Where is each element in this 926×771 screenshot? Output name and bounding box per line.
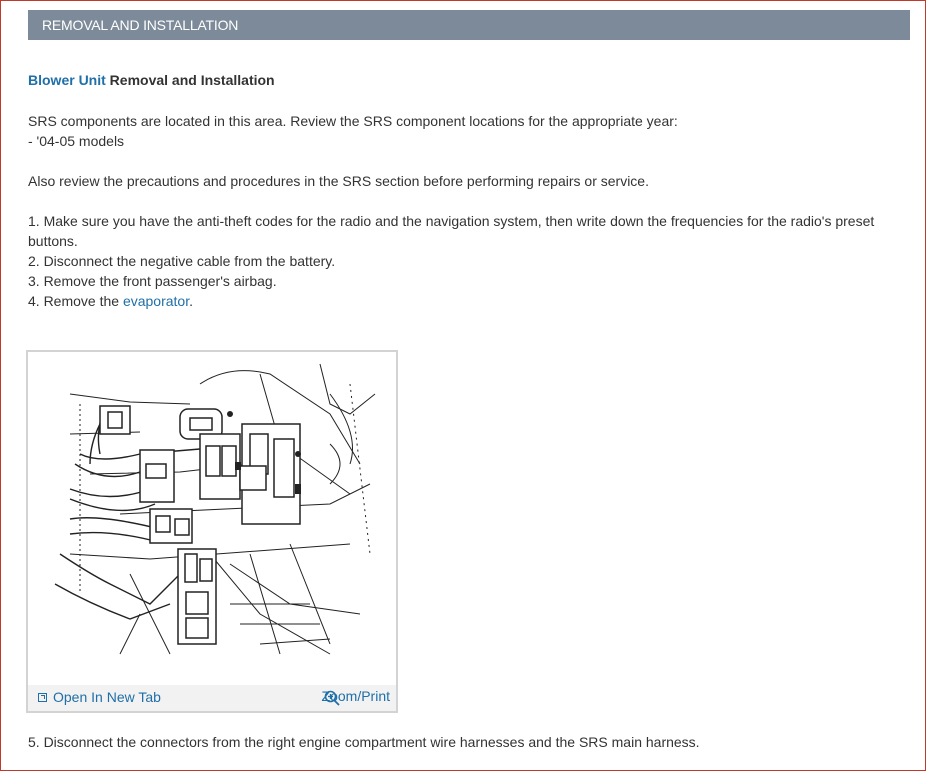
model-year-item: - '04-05 models <box>28 133 125 149</box>
section-header-title: REMOVAL AND INSTALLATION <box>42 17 239 33</box>
step-3: 3. Remove the front passenger's airbag. <box>28 273 277 289</box>
srs-notice: SRS components are located in this area.… <box>28 113 678 129</box>
zoom-print-button[interactable]: Zoom/Print <box>322 688 390 706</box>
step-4-prefix: 4. Remove the <box>28 293 123 309</box>
step-1: 1. Make sure you have the anti-theft cod… <box>28 213 875 249</box>
zoom-magnifier-icon <box>324 690 340 706</box>
connector-illustration <box>54 363 376 655</box>
open-in-new-tab-label: Open In New Tab <box>53 689 161 705</box>
procedure-title-text: Removal and Installation <box>105 72 275 88</box>
step-4-suffix: . <box>189 293 193 309</box>
figure-toolbar: Open In New Tab Zoom/Print <box>28 685 396 711</box>
evaporator-link[interactable]: evaporator <box>123 293 189 309</box>
step-2: 2. Disconnect the negative cable from th… <box>28 253 336 269</box>
precautions-notice: Also review the precautions and procedur… <box>28 173 649 189</box>
section-header: REMOVAL AND INSTALLATION <box>28 10 910 40</box>
blower-unit-link[interactable]: Blower Unit <box>28 72 106 88</box>
blower-unit-figure: Open In New Tab Zoom/Print <box>26 350 398 713</box>
step-4: 4. Remove the evaporator. <box>28 291 903 311</box>
open-new-tab-icon <box>38 692 47 702</box>
open-in-new-tab-button[interactable]: Open In New Tab <box>38 689 161 705</box>
step-5: 5. Disconnect the connectors from the ri… <box>28 734 700 750</box>
procedure-title: Blower Unit Removal and Installation <box>28 72 275 88</box>
